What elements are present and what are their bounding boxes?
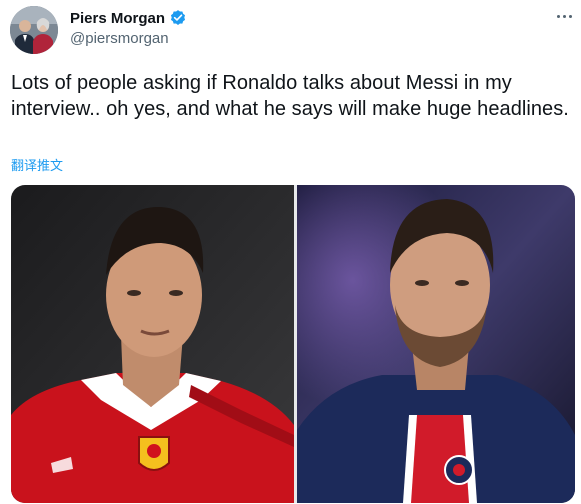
dot (562, 14, 566, 18)
avatar[interactable] (10, 6, 58, 54)
media-photo-ronaldo[interactable] (11, 185, 294, 503)
author-handle[interactable]: @piersmorgan (70, 30, 169, 47)
author-name-row[interactable]: Piers Morgan (70, 8, 187, 28)
verified-badge-icon (169, 9, 187, 27)
tweet-media[interactable] (11, 185, 575, 503)
display-name[interactable]: Piers Morgan (70, 10, 165, 27)
translate-tweet-link[interactable]: 翻译推文 (11, 155, 63, 174)
more-options-icon[interactable] (552, 6, 576, 26)
dot (568, 14, 572, 18)
tweet-text: Lots of people asking if Ronaldo talks a… (11, 72, 569, 120)
tweet[interactable]: Piers Morgan @piersmorgan Lots of people… (0, 0, 581, 504)
dot (556, 14, 560, 18)
media-photo-messi[interactable] (297, 185, 575, 503)
